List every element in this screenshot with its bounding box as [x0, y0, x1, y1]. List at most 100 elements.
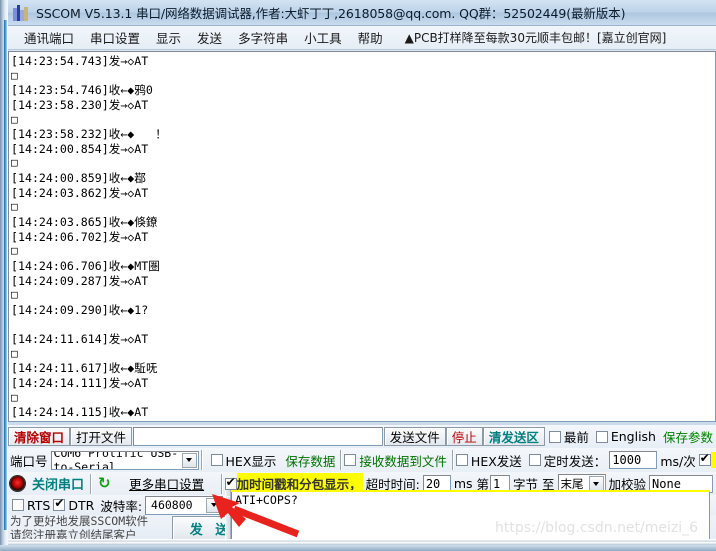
- receive-log-line: [14:24:00.854]发→◇AT: [11, 141, 149, 156]
- receive-log-line: [14:24:14.111]发→◇AT: [11, 376, 149, 391]
- divider: [220, 473, 223, 494]
- send-data-textarea[interactable]: ATI+COPS?: [231, 490, 710, 542]
- receive-log-line: [14:23:58.232]收←◆ ！: [11, 127, 167, 142]
- timeout-unit-label: ms: [453, 476, 473, 491]
- window-frame-left-edge: [0, 0, 8, 551]
- dtr-label: DTR: [68, 497, 95, 513]
- window-title: SSCOM V5.13.1 串口/网络数据调试器,作者:大虾丁丁,2618058…: [36, 6, 626, 21]
- hex-send-label: HEX发送: [470, 453, 522, 469]
- receive-log-line: [14:24:00.859]收←◆鄀: [11, 171, 146, 186]
- recv-to-file-label: 接收数据到文件: [359, 453, 447, 469]
- receive-log-line: [14:24:06.702]发→◇AT: [11, 229, 149, 244]
- baud-rate-select[interactable]: 460800: [145, 495, 224, 515]
- title-bar[interactable]: SSCOM V5.13.1 串口/网络数据调试器,作者:大虾丁丁,2618058…: [8, 0, 716, 26]
- file-toolbar-row: 清除窗口 打开文件 发送文件 停止 清发送区 最前 English 保存参数: [8, 425, 716, 448]
- menu-item-port-config[interactable]: 串口设置: [82, 26, 148, 49]
- hex-send-checkbox[interactable]: [455, 454, 468, 466]
- port-settings-row: 端口号 COM6 Prolific USB-to-Serial HEX显示 保存…: [8, 448, 716, 472]
- send-data-text: ATI+COPS?: [235, 493, 298, 507]
- menu-item-help[interactable]: 帮助: [350, 26, 391, 49]
- receive-log-line: [14:24:03.862]发→◇AT: [11, 185, 149, 200]
- receive-log-line: [14:23:58.230]发→◇AT: [11, 97, 149, 112]
- baud-rate-label: 波特率:: [100, 498, 143, 514]
- clear-send-area-button[interactable]: 清发送区: [482, 427, 545, 446]
- register-notice-line1: 为了更好地发展SSCOM软件: [10, 514, 149, 528]
- timestamp-checkbox[interactable]: [224, 476, 237, 490]
- receive-data-panel[interactable]: [14:23:54.743]发→◇AT □ [14:23:54.746]收←◆鸦0[…: [8, 51, 716, 422]
- open-file-button[interactable]: 打开文件: [70, 427, 133, 446]
- divider: [200, 450, 203, 470]
- receive-log-line: [14:24:03.865]收←◆倏鐐: [11, 215, 158, 230]
- close-port-button[interactable]: 关闭串口: [28, 474, 88, 493]
- receive-log-line: □: [11, 156, 18, 170]
- timed-send-interval-input[interactable]: 1000: [609, 451, 658, 469]
- english-label: English: [610, 429, 656, 444]
- port-select-value: COM6 Prolific USB-to-Serial: [53, 450, 179, 470]
- hex-display-label: HEX显示: [225, 453, 277, 469]
- receive-log-line: [14:23:54.746]收←◆鸦0: [11, 83, 153, 98]
- port-select[interactable]: COM6 Prolific USB-to-Serial: [50, 450, 199, 470]
- stop-button[interactable]: 停止: [445, 427, 483, 446]
- status-strip: [8, 539, 716, 545]
- sscom-application-window: SSCOM V5.13.1 串口/网络数据调试器,作者:大虾丁丁,2618058…: [0, 0, 716, 551]
- rts-label: RTS: [27, 497, 51, 513]
- english-checkbox[interactable]: [595, 430, 608, 443]
- timed-send-unit-label: ms/次: [660, 453, 696, 469]
- receive-log-line: □: [11, 390, 18, 404]
- menu-item-multi-string[interactable]: 多字符串: [230, 26, 296, 49]
- receive-log-line: □: [11, 346, 18, 360]
- save-params-button[interactable]: 保存参数: [663, 427, 713, 446]
- receive-log-line: [14:24:11.614]发→◇AT: [11, 332, 149, 347]
- receive-log-line: □: [11, 112, 18, 126]
- receive-log-line: [11, 420, 715, 421]
- rts-checkbox[interactable]: [12, 499, 24, 511]
- menu-item-tools[interactable]: 小工具: [296, 26, 350, 49]
- port-number-label: 端口号: [10, 453, 48, 469]
- timed-send-label: 定时发送：: [543, 453, 607, 469]
- receive-log-line: [14:24:09.287]发→◇AT: [11, 273, 149, 288]
- menu-item-display[interactable]: 显示: [148, 26, 189, 49]
- menu-item-send[interactable]: 发送: [189, 26, 230, 49]
- receive-log-line: [11, 318, 715, 333]
- divider: [90, 473, 93, 494]
- receive-log-line: □: [11, 200, 18, 214]
- app-window-icon: [12, 4, 30, 22]
- receive-log-line: □: [11, 244, 18, 258]
- refresh-icon[interactable]: ↻: [98, 476, 111, 491]
- chevron-down-icon[interactable]: [588, 476, 604, 491]
- receive-log-line: [14:23:54.743]发→◇AT: [11, 54, 149, 68]
- extra-option-checkbox[interactable]: [698, 452, 711, 466]
- menu-advertisement-link[interactable]: ▲PCB打样降至每款30元顺丰包邮！[嘉立创官网]: [405, 29, 667, 46]
- send-area-highlight-bar: [231, 490, 710, 492]
- file-path-input[interactable]: [133, 427, 383, 446]
- baud-rate-value: 460800: [151, 498, 193, 512]
- chevron-down-icon[interactable]: [206, 497, 222, 513]
- port-status-led-icon: [10, 476, 25, 491]
- menu-bar: 通讯端口 串口设置 显示 发送 多字符串 小工具 帮助 ▲PCB打样降至每款30…: [8, 26, 716, 50]
- register-notice-text: 为了更好地发展SSCOM软件 请您注册嘉立创结尾客户: [10, 514, 168, 542]
- receive-log-line: □: [11, 68, 18, 82]
- timed-send-checkbox[interactable]: [528, 454, 541, 466]
- send-file-button[interactable]: 发送文件: [383, 427, 446, 446]
- save-data-button[interactable]: 保存数据: [285, 451, 335, 470]
- receive-log-line: [14:24:11.617]收←◆駈呒: [11, 361, 158, 376]
- receive-log-line: [14:24:06.706]收←◆MT圏: [11, 258, 160, 273]
- topmost-label: 最前: [563, 430, 589, 445]
- window-frame-bottom-edge: [0, 545, 716, 551]
- window-frame-accent: [4, 20, 7, 530]
- highlight-marker: [710, 452, 716, 468]
- divider: [451, 450, 454, 470]
- chevron-down-icon[interactable]: [181, 452, 197, 468]
- more-port-settings-button[interactable]: 更多串口设置: [115, 474, 219, 493]
- receive-log-line: [14:24:14.115]收←◆AT: [11, 405, 149, 420]
- menu-item-comm-port[interactable]: 通讯端口: [16, 26, 82, 49]
- receive-log-line: □: [11, 288, 18, 302]
- divider: [340, 450, 343, 470]
- clear-window-button[interactable]: 清除窗口: [8, 427, 71, 446]
- receive-log-line: [14:24:09.290]收←◆1?: [11, 302, 149, 317]
- topmost-checkbox[interactable]: [548, 430, 561, 443]
- recv-to-file-checkbox[interactable]: [344, 454, 357, 466]
- dtr-checkbox[interactable]: [53, 497, 66, 511]
- receive-log-text: [14:23:54.743]发→◇AT □ [14:23:54.746]收←◆鸦0[…: [11, 54, 715, 421]
- hex-display-checkbox[interactable]: [210, 454, 223, 466]
